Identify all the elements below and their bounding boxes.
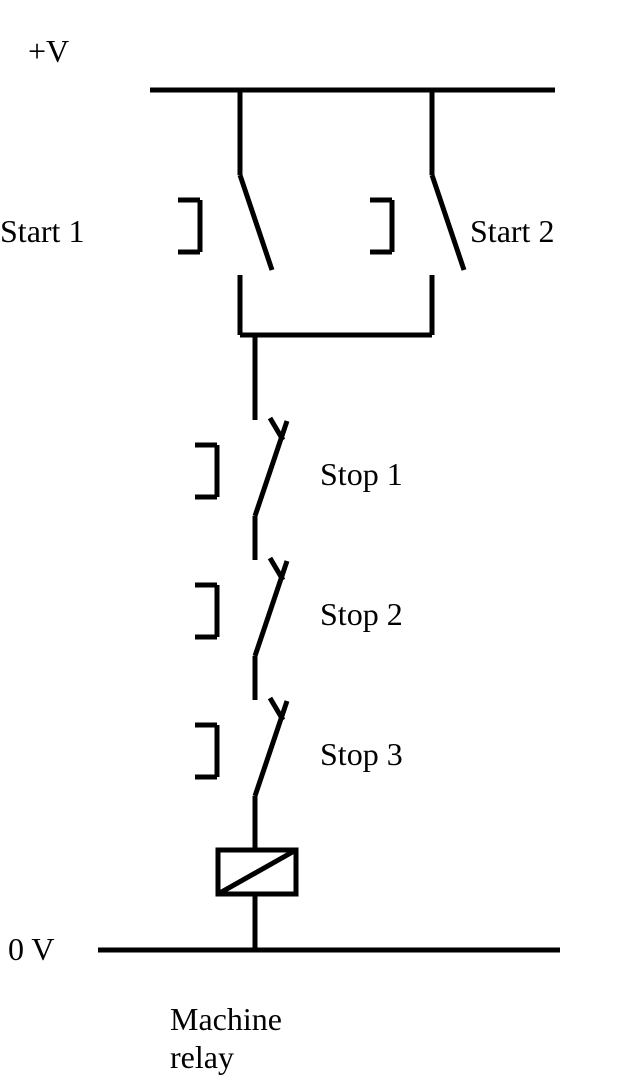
start1-pushbutton — [178, 175, 272, 270]
start2-pushbutton — [370, 175, 464, 270]
stop1-pushbutton — [195, 418, 287, 516]
stop3-pushbutton — [195, 698, 287, 796]
stop2-pushbutton — [195, 558, 287, 656]
circuit-svg — [0, 0, 639, 1076]
relay-coil — [218, 850, 296, 894]
